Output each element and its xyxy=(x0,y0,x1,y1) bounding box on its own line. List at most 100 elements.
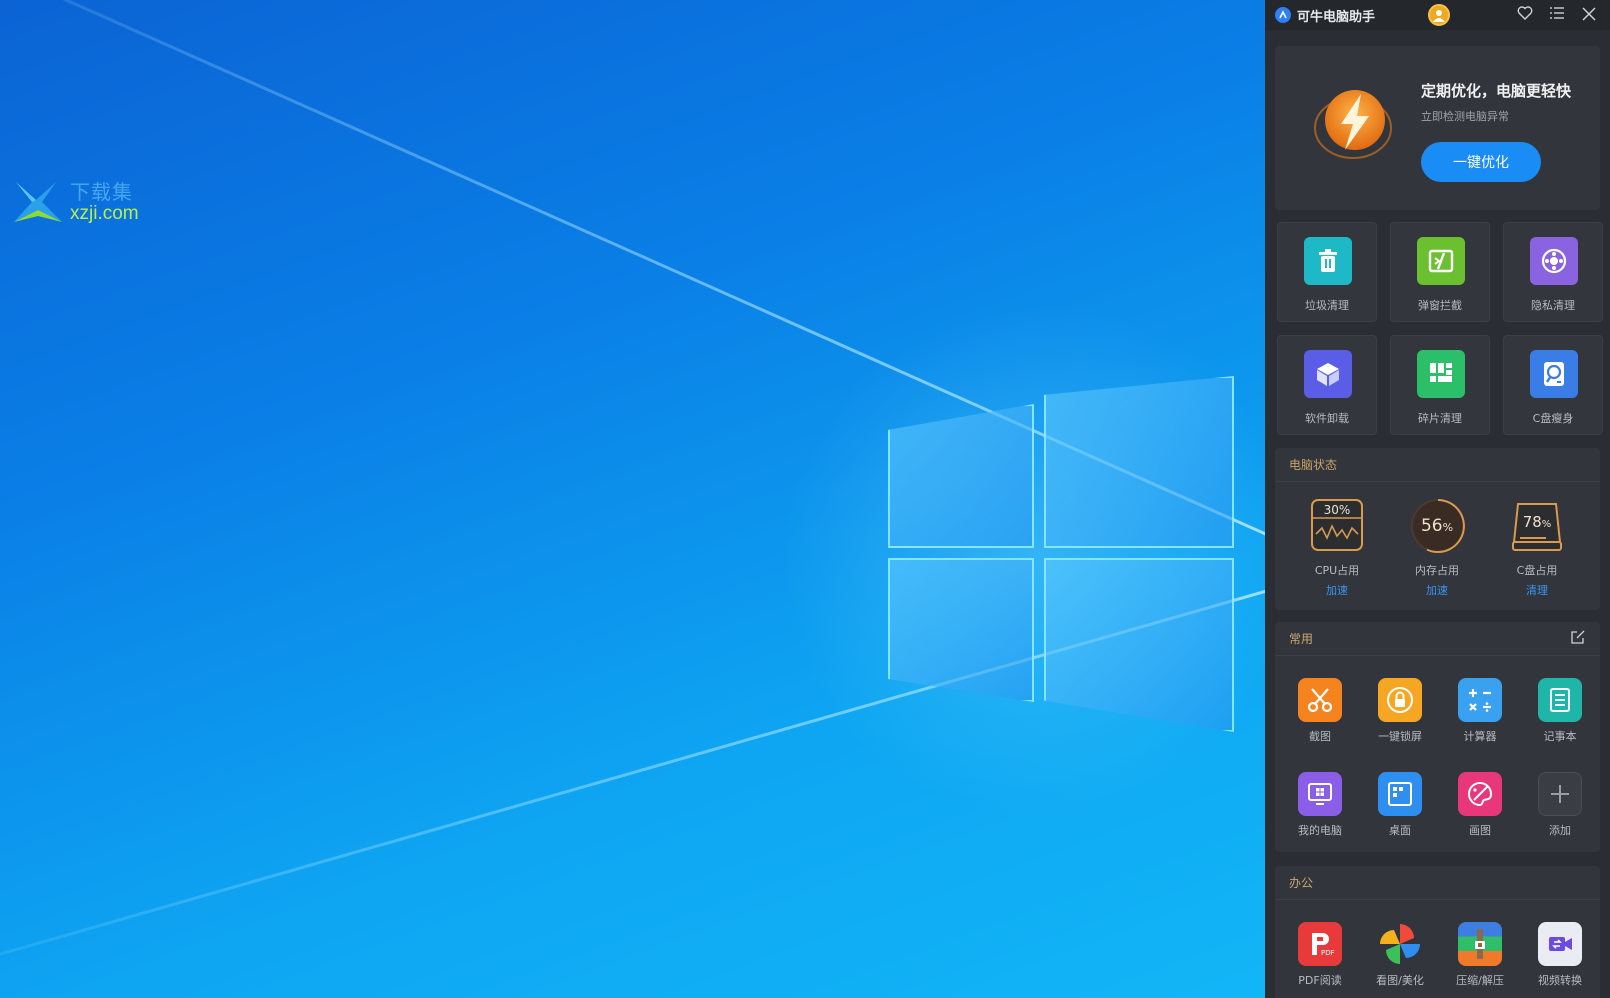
edit-button[interactable] xyxy=(1570,629,1586,648)
app-pdf-reader[interactable]: PDF PDF阅读 xyxy=(1285,922,1355,988)
windows-logo-pane xyxy=(1044,558,1234,732)
menu-icon xyxy=(1549,5,1565,25)
one-click-optimize-button[interactable]: 一键优化 xyxy=(1421,142,1541,182)
common-tools-section: 常用 截图 一键锁屏 计算器 记事本 我的电脑 桌面 画图 添加 xyxy=(1275,622,1600,852)
title-bar[interactable]: 可牛电脑助手 xyxy=(1265,0,1610,30)
tool-tile-software-uninstall[interactable]: 软件卸载 xyxy=(1277,335,1377,435)
close-button[interactable] xyxy=(1578,4,1600,26)
svg-text:PDF: PDF xyxy=(1321,949,1335,957)
app-video-convert[interactable]: 视频转换 xyxy=(1525,922,1595,988)
tool-label: 隐私清理 xyxy=(1531,299,1575,312)
watermark: 下载集 xzji.com xyxy=(12,180,139,224)
favorite-button[interactable] xyxy=(1514,4,1536,26)
cpu-monitor-icon: 30% xyxy=(1310,498,1364,552)
app-title: 可牛电脑助手 xyxy=(1297,9,1376,25)
memory-gauge-icon: 56% xyxy=(1410,498,1465,553)
app-screenshot[interactable]: 截图 xyxy=(1285,678,1355,744)
app-add[interactable]: 添加 xyxy=(1525,772,1595,838)
notepad-icon xyxy=(1538,678,1582,722)
optimize-subtitle: 立即检测电脑异常 xyxy=(1421,110,1509,123)
paint-icon xyxy=(1458,772,1502,816)
tool-label: C盘瘦身 xyxy=(1532,412,1574,425)
disk-icon xyxy=(1530,350,1578,398)
app-paint[interactable]: 画图 xyxy=(1445,772,1515,838)
windows-logo-pane xyxy=(888,404,1034,548)
app-my-computer[interactable]: 我的电脑 xyxy=(1285,772,1355,838)
tool-label: 弹窗拦截 xyxy=(1418,299,1462,312)
windows-logo-pane xyxy=(888,558,1034,702)
lightning-icon xyxy=(1311,80,1395,164)
pinwheel-icon xyxy=(1378,922,1422,966)
optimize-title: 定期优化，电脑更轻快 xyxy=(1421,82,1572,100)
app-logo-icon xyxy=(1275,7,1291,23)
assistant-panel: 可牛电脑助手 定期优化，电脑更轻快 立即检测电脑异常 一键优化 垃圾清理 弹窗拦… xyxy=(1265,0,1610,998)
scissors-icon xyxy=(1298,678,1342,722)
app-label: PDF阅读 xyxy=(1298,974,1342,987)
edit-icon xyxy=(1570,630,1586,648)
watermark-url: xzji.com xyxy=(70,202,139,224)
memory-speedup-link[interactable]: 加速 xyxy=(1397,582,1477,598)
app-image-viewer[interactable]: 看图/美化 xyxy=(1365,922,1435,988)
cpu-usage-value: 30% xyxy=(1323,503,1351,517)
c-drive-usage-value: 78 xyxy=(1522,513,1542,531)
calculator-icon xyxy=(1458,678,1502,722)
fragment-icon xyxy=(1417,350,1465,398)
box-icon xyxy=(1304,350,1352,398)
tool-tile-fragment-clean[interactable]: 碎片清理 xyxy=(1390,335,1490,435)
trash-icon xyxy=(1304,237,1352,285)
app-desktop[interactable]: 桌面 xyxy=(1365,772,1435,838)
app-label: 计算器 xyxy=(1463,730,1497,743)
app-label: 添加 xyxy=(1549,824,1571,837)
stat-label: 内存占用 xyxy=(1415,564,1459,577)
section-title: 办公 xyxy=(1275,866,1600,900)
memory-usage-value: 56 xyxy=(1420,516,1443,536)
tool-tile-c-drive-slim[interactable]: C盘瘦身 xyxy=(1503,335,1603,435)
desktop-icon xyxy=(1378,772,1422,816)
menu-button[interactable] xyxy=(1546,4,1568,26)
stat-label: C盘占用 xyxy=(1516,564,1558,577)
section-header: 常用 xyxy=(1275,622,1600,656)
pdf-icon: PDF xyxy=(1298,922,1342,966)
desktop-wallpaper: 下载集 xzji.com xyxy=(0,0,1265,998)
lock-icon xyxy=(1378,678,1422,722)
watermark-logo-icon xyxy=(12,180,64,224)
app-label: 一键锁屏 xyxy=(1378,730,1422,743)
app-label: 看图/美化 xyxy=(1376,974,1424,987)
c-drive-clean-link[interactable]: 清理 xyxy=(1497,582,1577,598)
user-avatar[interactable] xyxy=(1428,4,1450,26)
close-icon xyxy=(1582,6,1596,25)
tool-label: 垃圾清理 xyxy=(1305,299,1349,312)
video-convert-icon xyxy=(1538,922,1582,966)
archive-icon xyxy=(1458,922,1502,966)
privacy-icon xyxy=(1530,237,1578,285)
app-label: 视频转换 xyxy=(1538,974,1582,987)
heart-icon xyxy=(1517,5,1533,25)
tool-tile-popup-block[interactable]: 弹窗拦截 xyxy=(1390,222,1490,322)
office-tools-section: 办公 PDF PDF阅读 看图/美化 压缩/解压 视频转换 xyxy=(1275,866,1600,998)
tool-tile-privacy-clean[interactable]: 隐私清理 xyxy=(1503,222,1603,322)
app-notepad[interactable]: 记事本 xyxy=(1525,678,1595,744)
drive-icon: 78% xyxy=(1510,498,1564,552)
app-label: 记事本 xyxy=(1543,730,1577,743)
cpu-usage: 30% CPU占用 加速 xyxy=(1297,498,1377,598)
tool-label: 碎片清理 xyxy=(1418,412,1462,425)
pc-status-section: 电脑状态 30% CPU占用 加速 56% 内存占用 加速 78% C盘占用 清… xyxy=(1275,448,1600,610)
watermark-text: 下载集 xyxy=(70,179,133,204)
app-lock-screen[interactable]: 一键锁屏 xyxy=(1365,678,1435,744)
windows-logo xyxy=(888,376,1234,732)
tool-tile-junk-clean[interactable]: 垃圾清理 xyxy=(1277,222,1377,322)
app-label: 桌面 xyxy=(1389,824,1411,837)
app-archive[interactable]: 压缩/解压 xyxy=(1445,922,1515,988)
stat-label: CPU占用 xyxy=(1314,564,1360,577)
tool-label: 软件卸载 xyxy=(1305,412,1349,425)
cpu-speedup-link[interactable]: 加速 xyxy=(1297,582,1377,598)
memory-usage-unit: % xyxy=(1442,521,1454,534)
app-label: 画图 xyxy=(1469,824,1491,837)
app-calculator[interactable]: 计算器 xyxy=(1445,678,1515,744)
section-title: 电脑状态 xyxy=(1275,448,1600,482)
memory-usage: 56% 内存占用 加速 xyxy=(1397,498,1477,598)
app-label: 截图 xyxy=(1309,730,1331,743)
popup-block-icon xyxy=(1417,237,1465,285)
section-title: 常用 xyxy=(1289,632,1314,646)
app-label: 我的电脑 xyxy=(1298,824,1342,837)
